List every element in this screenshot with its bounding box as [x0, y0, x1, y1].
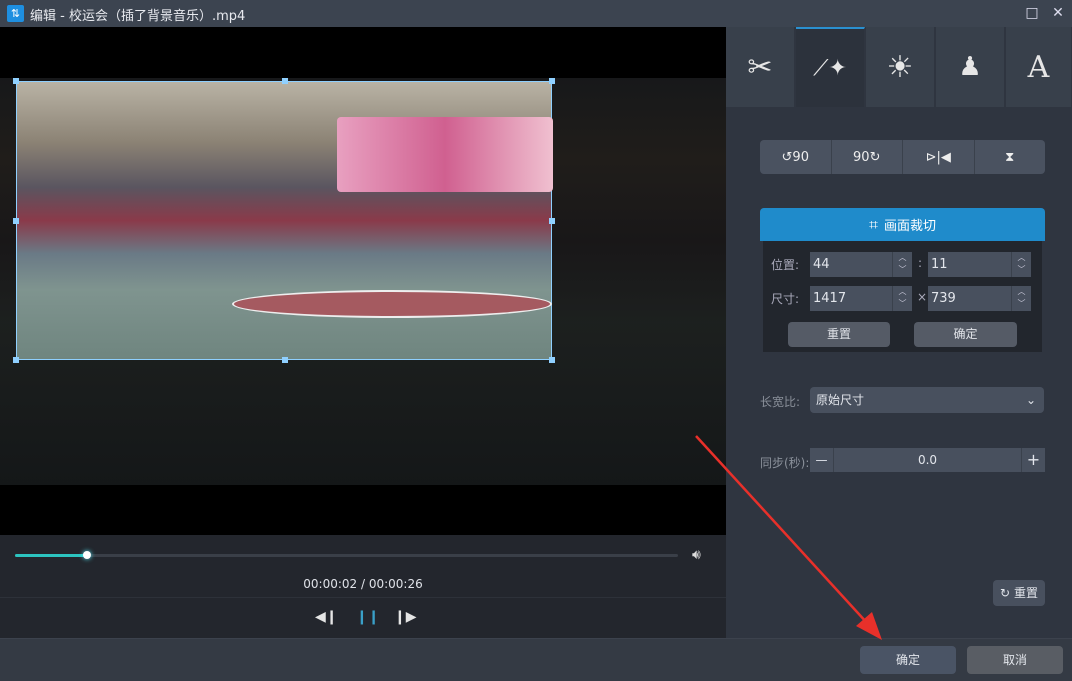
court-circle — [232, 290, 552, 318]
window-title: 编辑 - 校运会（插了背景音乐）.mp4 — [30, 9, 246, 24]
scissors-icon: ✂ — [747, 49, 773, 85]
swap-icon: ⇅ — [7, 5, 24, 22]
flip-horizontal-button[interactable]: ⊳|◀ — [903, 140, 975, 174]
sync-stepper: — 0.0 + — [810, 448, 1045, 472]
crop-region[interactable] — [13, 78, 555, 363]
flip-vertical-button[interactable]: ⧗ — [975, 140, 1046, 174]
divider — [0, 597, 726, 598]
height-value: 739 — [931, 291, 956, 306]
video-preview — [0, 27, 726, 535]
stage-banner — [337, 117, 553, 192]
seek-progress — [15, 554, 87, 557]
increment-button[interactable]: + — [1021, 448, 1045, 472]
magic-wand-icon: ⟋✦ — [813, 55, 847, 81]
previous-frame-icon[interactable]: ◀❙ — [315, 609, 338, 625]
flip-horizontal-icon: ⊳|◀ — [925, 149, 951, 165]
crop-label: 画面裁切 — [884, 219, 937, 234]
stamp-icon: ♟︎ — [958, 52, 982, 82]
refresh-icon: ↻ — [1000, 586, 1011, 600]
aspect-label: 长宽比: — [760, 395, 801, 409]
text-icon: A — [1027, 49, 1050, 85]
spinner[interactable]: ︿ ﹀ — [1011, 252, 1031, 277]
rotate-left-icon: ↺90 — [781, 149, 809, 165]
crop-handle[interactable] — [549, 78, 555, 84]
time-display: 00:00:02 / 00:00:26 — [303, 577, 423, 591]
position-y-input[interactable]: 11 ︿ ﹀ — [928, 252, 1031, 277]
width-input[interactable]: 1417 ︿ ﹀ — [810, 286, 912, 311]
close-button[interactable]: ✕ — [1048, 3, 1068, 23]
position-label: 位置: — [771, 258, 800, 272]
crop-button[interactable]: ⌗ 画面裁切 — [760, 208, 1045, 241]
crop-icon: ⌗ — [868, 214, 878, 234]
crop-reset-button[interactable]: 重置 — [788, 322, 890, 347]
tab-effects[interactable]: ⟋✦ — [796, 27, 865, 107]
position-x-input[interactable]: 44 ︿ ﹀ — [810, 252, 912, 277]
crop-handle[interactable] — [549, 357, 555, 363]
position-y-value: 11 — [931, 257, 948, 272]
rotate-left-button[interactable]: ↺90 — [760, 140, 832, 174]
rotate-flip-group: ↺90 90↻ ⊳|◀ ⧗ — [760, 140, 1045, 174]
reset-all-button[interactable]: ↻ 重置 — [993, 580, 1045, 606]
brightness-icon: ☀︎ — [886, 49, 914, 85]
crop-handle[interactable] — [13, 357, 19, 363]
crop-handle[interactable] — [13, 78, 19, 84]
reset-all-label: 重置 — [1013, 586, 1038, 600]
tab-text[interactable]: A — [1006, 27, 1072, 107]
width-value: 1417 — [813, 291, 847, 306]
size-separator: × — [917, 290, 928, 304]
spinner[interactable]: ︿ ﹀ — [1011, 286, 1031, 311]
next-frame-icon[interactable]: ❙▶ — [394, 609, 417, 625]
height-input[interactable]: 739 ︿ ﹀ — [928, 286, 1031, 311]
flip-vertical-icon: ⧗ — [1005, 149, 1015, 165]
ok-button[interactable]: 确定 — [860, 646, 956, 674]
seek-thumb[interactable] — [82, 551, 91, 559]
aspect-ratio-select[interactable]: 原始尺寸 ⌄ — [810, 387, 1044, 413]
pause-icon[interactable]: ❙❙ — [356, 609, 379, 625]
position-separator: : — [918, 256, 923, 270]
tab-cut[interactable]: ✂ — [726, 27, 795, 107]
size-label: 尺寸: — [771, 292, 800, 306]
aspect-value: 原始尺寸 — [816, 393, 865, 407]
tab-watermark[interactable]: ♟︎ — [936, 27, 1005, 107]
spinner[interactable]: ︿ ﹀ — [892, 252, 912, 277]
volume-icon[interactable]: 🔊︎ — [692, 547, 701, 563]
tab-adjust[interactable]: ☀︎ — [866, 27, 935, 107]
position-x-value: 44 — [813, 257, 830, 272]
cancel-button[interactable]: 取消 — [967, 646, 1063, 674]
crop-handle[interactable] — [282, 78, 288, 84]
rotate-right-button[interactable]: 90↻ — [832, 140, 903, 174]
decrement-button[interactable]: — — [810, 448, 834, 472]
rotate-right-icon: 90↻ — [853, 149, 881, 165]
crop-handle[interactable] — [13, 218, 19, 224]
crop-handle[interactable] — [282, 357, 288, 363]
title-bar: ⇅ 编辑 - 校运会（插了背景音乐）.mp4 □ ✕ — [0, 0, 1072, 27]
sync-input[interactable]: 0.0 — [834, 448, 1021, 472]
spinner[interactable]: ︿ ﹀ — [892, 286, 912, 311]
seek-bar[interactable] — [15, 554, 678, 557]
chevron-down-icon: ⌄ — [1025, 393, 1036, 407]
maximize-button[interactable]: □ — [1022, 3, 1042, 23]
crop-confirm-button[interactable]: 确定 — [914, 322, 1017, 347]
sync-label: 同步(秒): — [760, 456, 810, 470]
crop-handle[interactable] — [549, 218, 555, 224]
